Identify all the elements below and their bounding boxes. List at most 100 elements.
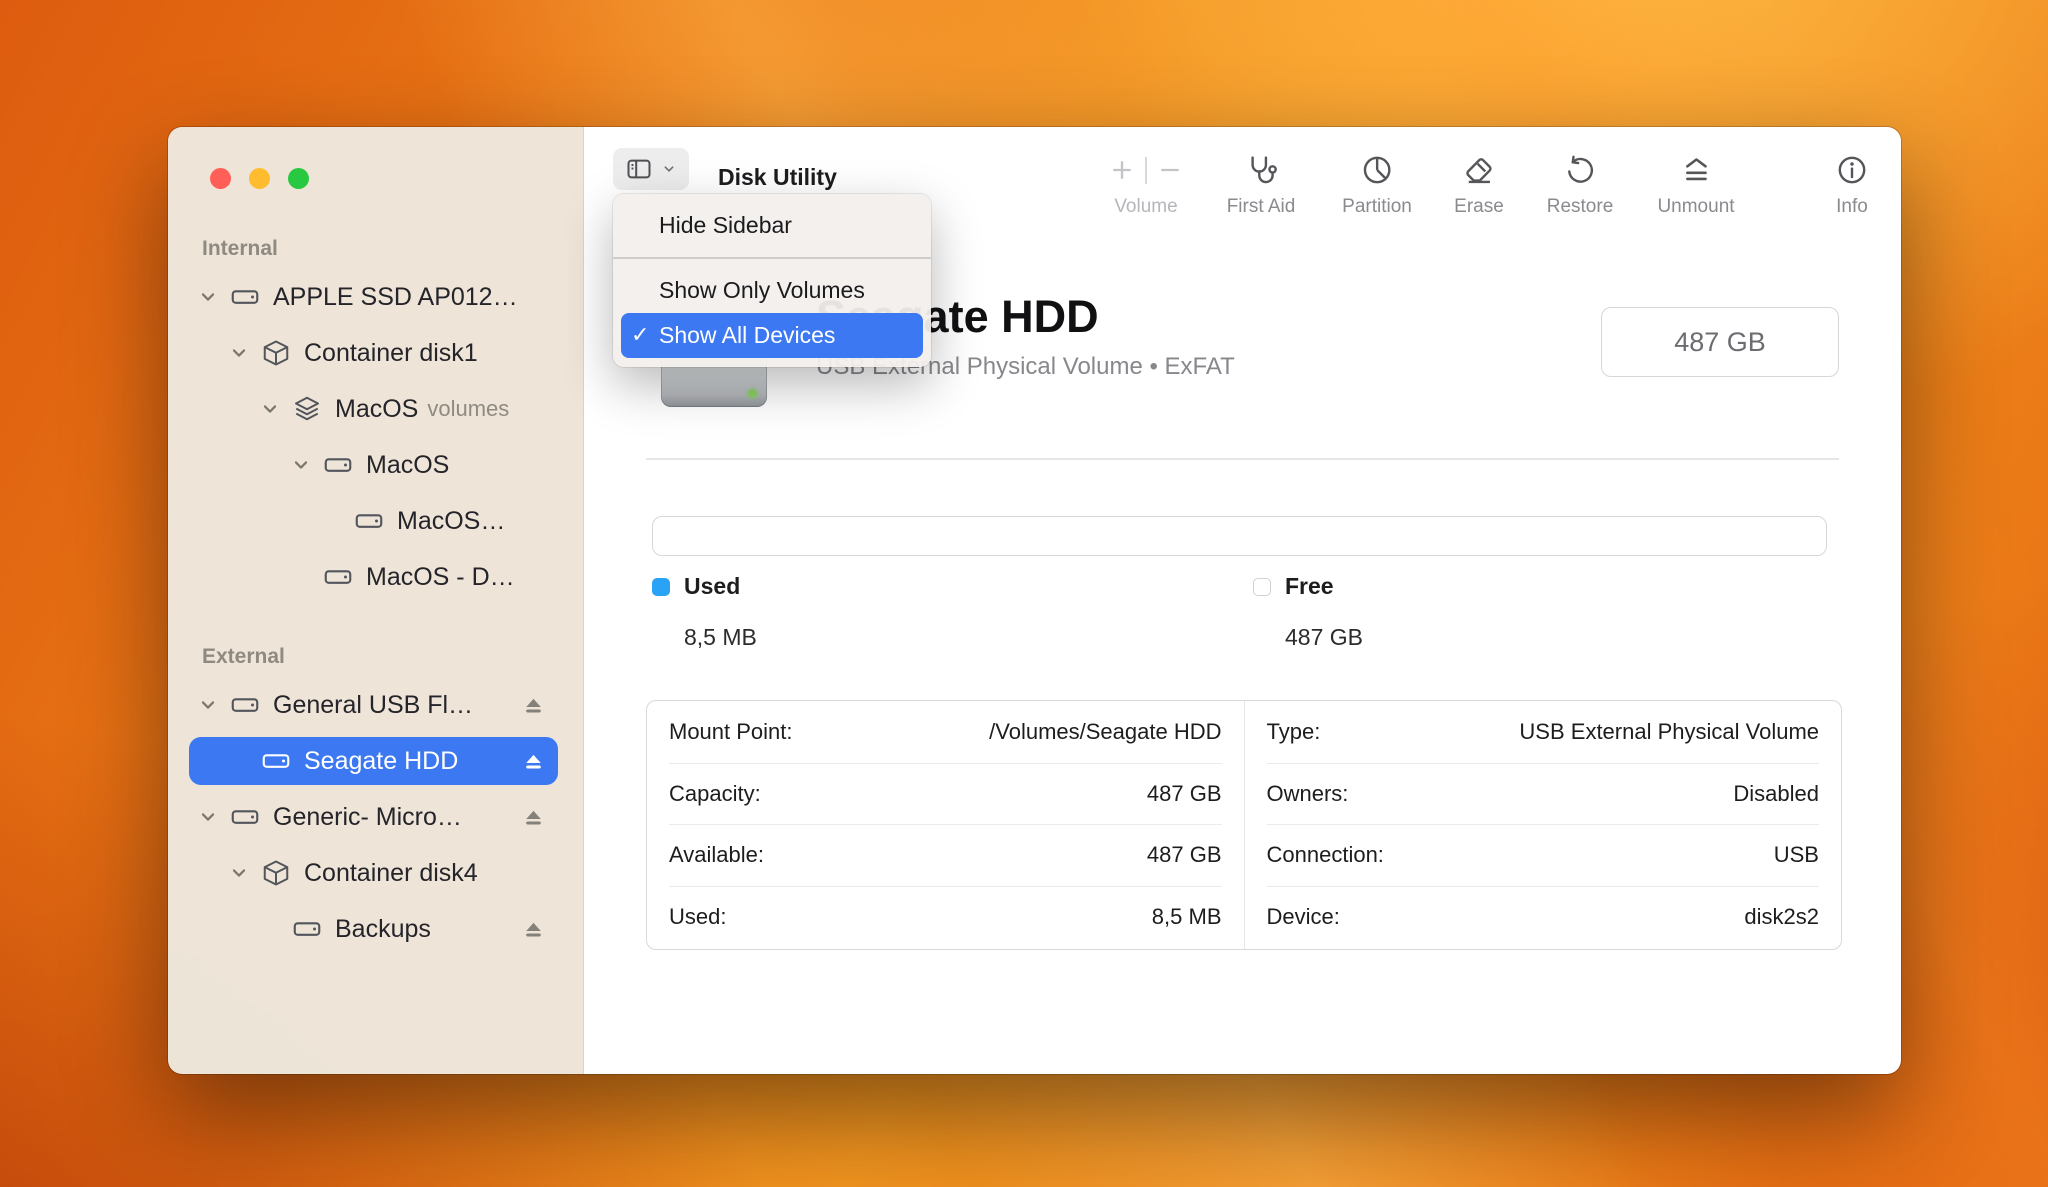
toolbar-button-label: Unmount — [1657, 196, 1735, 217]
info-button[interactable]: Info — [1835, 151, 1869, 218]
eject-icon[interactable] — [521, 805, 546, 830]
detail-row: Available: 487 GB — [669, 824, 1222, 886]
header-divider — [646, 458, 1839, 460]
sidebar-toggle-button[interactable] — [613, 148, 689, 190]
menu-separator — [613, 257, 931, 259]
eject-icon[interactable] — [521, 693, 546, 718]
sidebar-sections: Internal APPLE SSD AP012… Container disk1 M… — [168, 237, 583, 953]
detail-row: Type: USB External Physical Volume — [1267, 701, 1820, 763]
disk-icon — [230, 282, 260, 312]
sidebar-item-suffix: volumes — [427, 396, 510, 421]
detail-value: 487 GB — [1146, 780, 1222, 806]
chevron-down-icon[interactable] — [197, 286, 219, 308]
sidebar-item-macos[interactable]: MacOS — [189, 441, 558, 489]
disk-icon — [323, 450, 353, 480]
chevron-down-icon[interactable] — [259, 398, 281, 420]
chevron-down-icon[interactable] — [228, 342, 250, 364]
first-aid-button[interactable]: First Aid — [1227, 151, 1295, 218]
detail-label: Used: — [669, 903, 727, 929]
menu-item-show-only-volumes[interactable]: Show Only Volumes — [621, 268, 923, 313]
sidebar-section-header: External — [202, 645, 285, 668]
sidebar-item-macos[interactable]: MacOS… — [189, 497, 558, 545]
restore-button[interactable]: Restore — [1546, 151, 1614, 218]
unmount-button[interactable]: Unmount — [1657, 151, 1735, 218]
eject-icon[interactable] — [521, 749, 546, 774]
detail-row: Mount Point: /Volumes/Seagate HDD — [669, 701, 1222, 763]
details-table: Mount Point: /Volumes/Seagate HDD Capacity… — [646, 700, 1842, 950]
free-swatch — [1253, 577, 1271, 596]
sidebar-item-general-usb-fl[interactable]: General USB Fl… — [189, 681, 558, 729]
legend-row: Free — [1253, 573, 1363, 600]
eject-icon[interactable] — [521, 917, 546, 942]
chevron-placeholder — [259, 918, 281, 940]
checkmark-icon: ✓ — [631, 322, 650, 347]
sidebar-item-container-disk4[interactable]: Container disk4 — [189, 849, 558, 897]
size-badge: 487 GB — [1601, 307, 1839, 377]
sidebar-item-label: Container disk4 — [304, 858, 478, 887]
detail-value: /Volumes/Seagate HDD — [989, 718, 1222, 744]
sidebar-item-backups[interactable]: Backups — [189, 905, 558, 953]
chevron-down-icon — [661, 161, 677, 177]
detail-label: Owners: — [1266, 780, 1349, 806]
detail-value: 487 GB — [1146, 842, 1222, 868]
volume-icon — [1108, 151, 1184, 189]
legend-value: 487 GB — [1285, 624, 1363, 650]
toolbar-button-label: Info — [1836, 196, 1868, 217]
detail-value: USB — [1773, 842, 1819, 868]
info-icon — [1835, 151, 1869, 189]
container-icon — [261, 338, 291, 368]
detail-value: USB External Physical Volume — [1519, 718, 1819, 744]
detail-value: Disabled — [1733, 780, 1819, 806]
sidebar-options-menu: Hide Sidebar Show Only Volumes ✓ Show All D… — [613, 194, 931, 367]
erase-button[interactable]: Erase — [1454, 151, 1504, 218]
minimize-button[interactable] — [249, 168, 270, 189]
sidebar-item-label: APPLE SSD AP012… — [273, 282, 518, 311]
erase-icon — [1462, 151, 1496, 189]
sidebar-item-label: Container disk1 — [304, 338, 478, 367]
volume-button: Volume — [1108, 151, 1184, 218]
toolbar-button-label: Partition — [1342, 196, 1412, 217]
sidebar-item-generic-micro[interactable]: Generic- Micro… — [189, 793, 558, 841]
sidebar-icon — [625, 155, 653, 183]
menu-item-label: Show Only Volumes — [659, 276, 865, 303]
window-title: Disk Utility — [718, 164, 837, 190]
detail-label: Mount Point: — [669, 718, 793, 744]
detail-value: disk2s2 — [1744, 903, 1819, 929]
legend-label: Used — [684, 573, 741, 599]
sidebar-item-seagate-hdd[interactable]: Seagate HDD — [189, 737, 558, 785]
sidebar-item-apple-ssd-ap012[interactable]: APPLE SSD AP012… — [189, 273, 558, 321]
partition-button[interactable]: Partition — [1342, 151, 1412, 218]
legend-row: Used — [652, 573, 757, 600]
toolbar-button-label: Restore — [1546, 196, 1614, 217]
disk-icon — [230, 690, 260, 720]
toolbar-button-label: Erase — [1454, 196, 1504, 217]
chevron-down-icon[interactable] — [228, 862, 250, 884]
detail-label: Device: — [1266, 903, 1340, 929]
zoom-button[interactable] — [288, 168, 309, 189]
chevron-down-icon[interactable] — [290, 454, 312, 476]
detail-row: Used: 8,5 MB — [669, 885, 1222, 948]
close-button[interactable] — [210, 168, 231, 189]
legend-label: Free — [1285, 573, 1334, 599]
main-area: Disk Utility Volume First Aid Partition Era… — [584, 127, 1901, 1074]
legend-used: Used 8,5 MB — [652, 573, 757, 651]
sidebar-item-container-disk1[interactable]: Container disk1 — [189, 329, 558, 377]
restore-icon — [1563, 151, 1597, 189]
details-left-column: Mount Point: /Volumes/Seagate HDD Capacity… — [647, 701, 1244, 949]
chevron-placeholder — [290, 566, 312, 588]
sidebar-item-macos[interactable]: MacOS volumes — [189, 385, 558, 433]
disk-utility-window: Internal APPLE SSD AP012… Container disk1 M… — [168, 127, 1901, 1074]
detail-value: 8,5 MB — [1151, 903, 1222, 929]
sidebar-item-label: General USB Fl… — [273, 690, 474, 719]
menu-item-hide-sidebar[interactable]: Hide Sidebar — [621, 203, 923, 248]
disk-icon — [354, 506, 384, 536]
sidebar-item-label: Generic- Micro… — [273, 802, 462, 831]
chevron-down-icon[interactable] — [197, 806, 219, 828]
disk-icon — [292, 914, 322, 944]
sidebar-item-label: Seagate HDD — [304, 746, 459, 775]
menu-item-show-all-devices[interactable]: ✓ Show All Devices — [621, 312, 923, 358]
chevron-down-icon[interactable] — [197, 694, 219, 716]
sidebar-item-macos-d[interactable]: MacOS - D… — [189, 553, 558, 601]
chevron-placeholder — [228, 750, 250, 772]
disk-icon — [261, 746, 291, 776]
